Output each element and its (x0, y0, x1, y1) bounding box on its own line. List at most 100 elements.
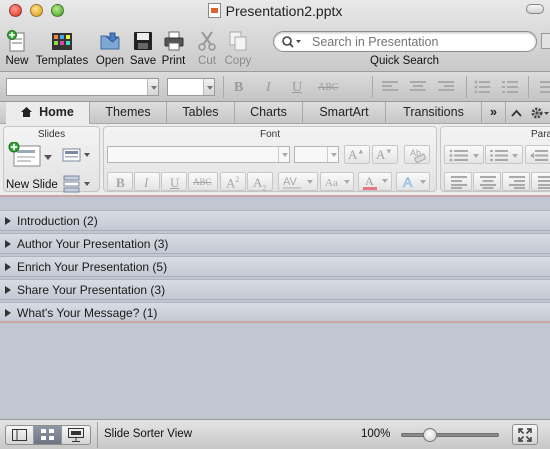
align-left-icon[interactable] (382, 80, 398, 94)
numbering-icon (490, 150, 518, 161)
ribbon-bullets-button[interactable] (444, 145, 484, 164)
indent-icon[interactable] (536, 80, 550, 94)
disclosure-triangle-icon[interactable] (5, 240, 15, 248)
ribbon-justify-button[interactable] (531, 172, 550, 191)
open-folder-icon (100, 32, 120, 50)
section-icon[interactable] (62, 175, 92, 193)
ribbon-settings-gear-icon[interactable] (530, 106, 550, 120)
font-size-combo[interactable] (167, 78, 215, 96)
text-glow-icon: A (403, 174, 426, 190)
ribbon-strikethrough-button[interactable]: ABC (188, 172, 218, 191)
font-color-icon: A (363, 174, 388, 190)
font-color-button[interactable]: A (358, 172, 392, 191)
shrink-font-button[interactable]: A▼ (372, 145, 398, 164)
slide-show-view-button[interactable] (62, 426, 90, 444)
decrease-indent-icon (530, 150, 548, 161)
new-button[interactable]: New (4, 30, 30, 67)
status-bar: Slide Sorter View 100% (0, 419, 550, 449)
more-tabs-button[interactable]: » (482, 102, 506, 124)
tab-smartart[interactable]: SmartArt (303, 102, 386, 124)
ribbon-bold-button[interactable]: B (107, 172, 133, 191)
slide-sorter-icon (40, 429, 54, 440)
slide-sorter-view-button[interactable] (34, 426, 63, 444)
ribbon-font-name-combo[interactable] (107, 146, 290, 163)
character-spacing-button[interactable]: AV (278, 172, 318, 191)
ribbon-align-right-button[interactable] (502, 172, 530, 191)
disclosure-triangle-icon[interactable] (5, 286, 15, 294)
superscript-button[interactable]: A2 (220, 172, 246, 191)
chevron-down-icon (327, 147, 338, 162)
section-header[interactable]: Author Your Presentation (3) (0, 233, 550, 254)
subscript-button[interactable]: A2 (247, 172, 273, 193)
section-header[interactable]: Share Your Presentation (3) (0, 279, 550, 300)
slides-group-title: Slides (37, 129, 66, 140)
slide-show-icon (68, 428, 85, 442)
ribbon-italic-button[interactable]: I (134, 172, 160, 191)
window-title: Presentation2.pptx (0, 3, 550, 19)
slide-layout-icon[interactable] (62, 148, 92, 162)
text-effects-button[interactable]: A (396, 172, 430, 191)
templates-button[interactable]: Templates (33, 30, 91, 67)
font-name-combo[interactable] (6, 78, 159, 96)
cut-button[interactable]: Cut (196, 30, 218, 67)
disclosure-triangle-icon[interactable] (5, 217, 15, 225)
scissors-icon (198, 31, 216, 51)
new-button-label: New (5, 55, 29, 67)
numbering-icon[interactable] (502, 80, 518, 94)
slides-group: Slides New Slide (3, 126, 100, 193)
ribbon-underline-button[interactable]: U (161, 172, 187, 191)
open-button[interactable]: Open (95, 30, 125, 67)
zoom-percentage: 100% (361, 428, 391, 440)
section-label: Author Your Presentation (3) (17, 237, 169, 251)
ribbon-font-size-combo[interactable] (294, 146, 339, 163)
save-button[interactable]: Save (129, 30, 157, 67)
tab-themes[interactable]: Themes (90, 102, 167, 124)
clear-formatting-button[interactable]: Ab (404, 145, 430, 164)
underline-button[interactable]: U (292, 80, 302, 96)
chevron-down-icon[interactable] (44, 155, 52, 161)
toolbar-overflow-handle[interactable] (541, 33, 550, 49)
tab-tables[interactable]: Tables (167, 102, 235, 124)
toolbar-toggle-button[interactable] (526, 4, 544, 14)
tab-home[interactable]: Home (6, 102, 90, 125)
section-header[interactable]: What's Your Message? (1) (0, 302, 550, 323)
section-label: What's Your Message? (1) (17, 306, 158, 320)
zoom-slider-handle[interactable] (422, 428, 437, 442)
quick-search-field[interactable] (273, 31, 537, 52)
section-header[interactable]: Enrich Your Presentation (5) (0, 256, 550, 277)
save-button-label: Save (129, 55, 157, 67)
fit-to-window-button[interactable] (512, 424, 538, 445)
eraser-icon: Ab (410, 148, 427, 163)
bullets-icon[interactable] (474, 80, 490, 94)
printer-icon (164, 31, 183, 51)
normal-view-button[interactable] (6, 426, 35, 444)
disclosure-triangle-icon[interactable] (5, 263, 15, 271)
section-header[interactable]: Introduction (2) (0, 210, 550, 231)
new-slide-icon[interactable] (8, 142, 42, 168)
disclosure-triangle-icon[interactable] (5, 309, 15, 317)
ribbon-numbering-button[interactable] (485, 145, 523, 164)
align-center-icon[interactable] (410, 80, 426, 94)
ribbon-align-center-button[interactable] (473, 172, 501, 191)
decrease-indent-button[interactable] (525, 145, 550, 164)
tab-charts[interactable]: Charts (235, 102, 303, 124)
ribbon-align-left-button[interactable] (444, 172, 472, 191)
change-case-button[interactable]: Aa (320, 172, 354, 191)
character-spacing-icon: AV (283, 176, 313, 189)
collapse-ribbon-icon[interactable] (511, 109, 522, 117)
strikethrough-button[interactable]: ABC (318, 82, 339, 93)
chevron-down-icon (147, 79, 158, 95)
italic-button[interactable]: I (266, 80, 271, 96)
zoom-slider[interactable] (401, 428, 499, 442)
tab-transitions[interactable]: Transitions (386, 102, 482, 124)
search-input[interactable] (312, 34, 522, 49)
pptx-document-icon (207, 3, 221, 18)
bullets-icon (449, 149, 479, 162)
window-toolbar: Presentation2.pptx New Templates Open Sa… (0, 0, 550, 72)
align-right-icon[interactable] (438, 80, 454, 94)
bold-button[interactable]: B (234, 80, 243, 96)
grow-font-button[interactable]: A▲ (344, 145, 370, 164)
new-slide-label[interactable]: New Slide (6, 179, 58, 191)
copy-button[interactable]: Copy (223, 30, 253, 67)
print-button[interactable]: Print (160, 30, 187, 67)
